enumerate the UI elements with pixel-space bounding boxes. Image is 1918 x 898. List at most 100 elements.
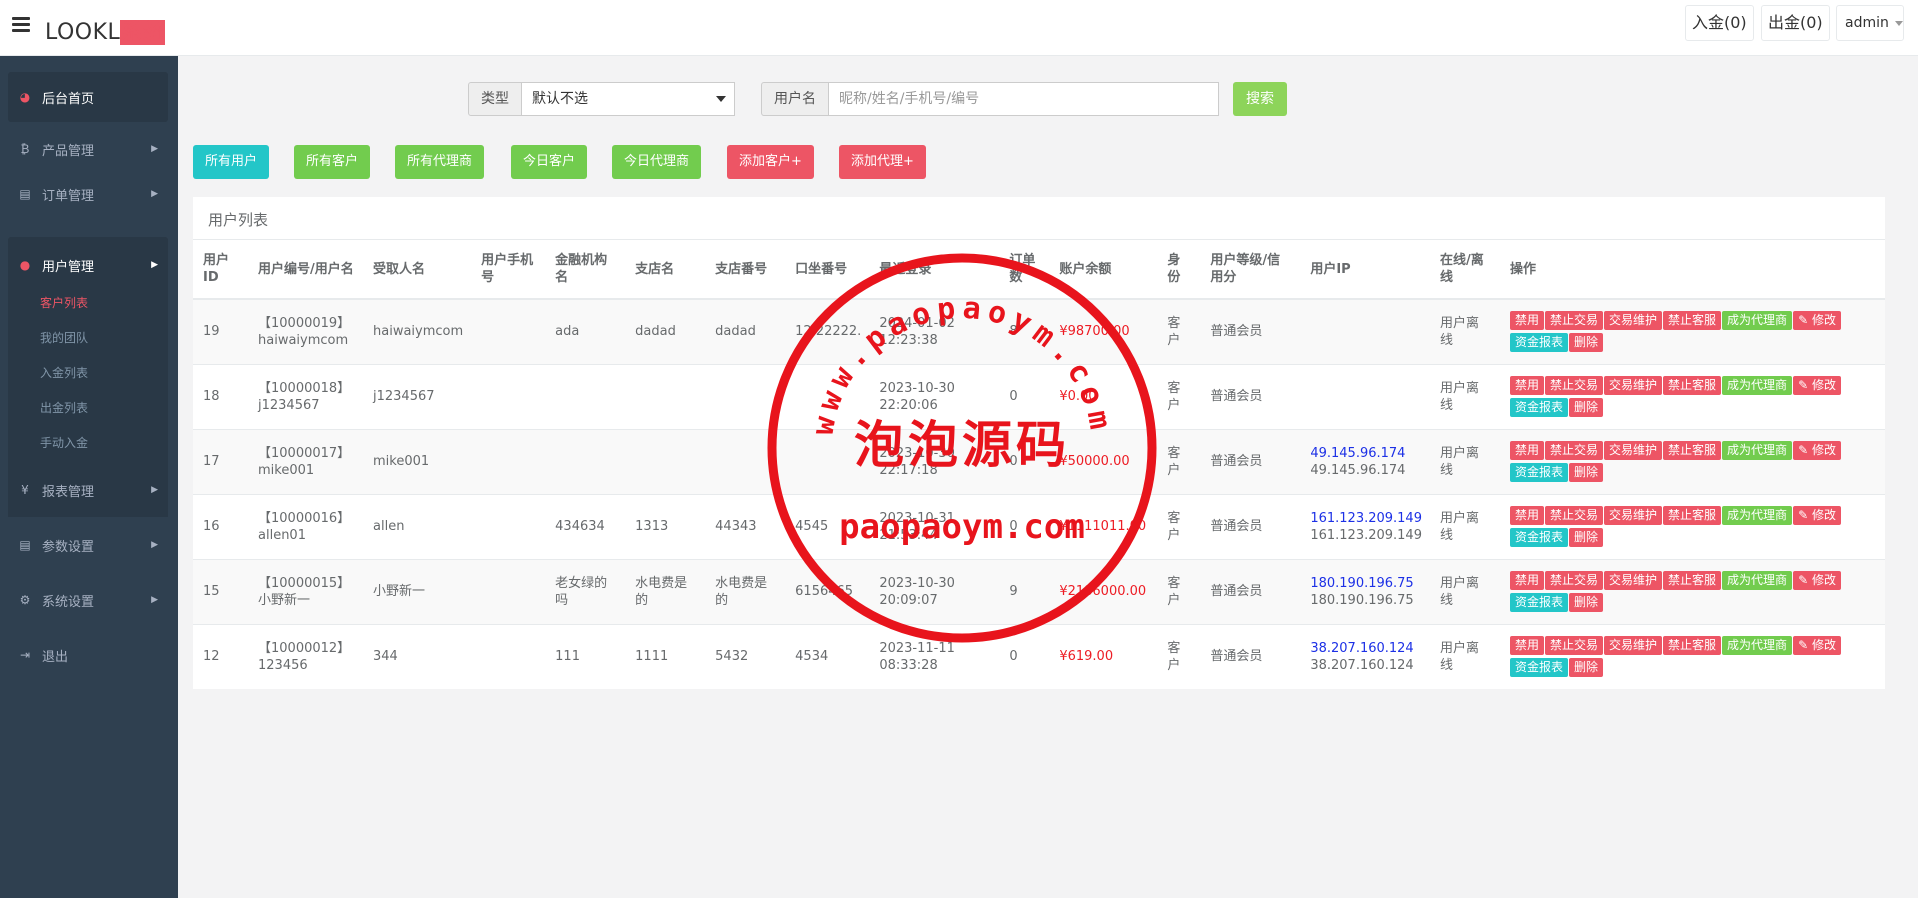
ban-trade-button[interactable]: 禁止交易 [1545,635,1604,655]
sidebar-item-orders[interactable]: ▤ 订单管理 ▶ [8,169,168,219]
order-count: 0 [1009,519,1018,534]
ban-trade-button[interactable]: 禁止交易 [1545,440,1604,460]
submenu-manual-deposit[interactable]: 手动入金 [40,434,88,451]
delete-button[interactable]: 删除 [1569,657,1604,677]
disable-button[interactable]: 禁用 [1509,440,1544,460]
ban-service-button[interactable]: 禁止客服 [1663,635,1722,655]
trade-maintenance-button[interactable]: 交易维护 [1604,570,1663,590]
ban-trade-button[interactable]: 禁止交易 [1545,375,1604,395]
row-actions: 禁用 禁止交易 交易维护 禁止客服 成为代理商 ✎ 修改资金报表 删除 [1509,375,1877,419]
today-agents-button[interactable]: 今日代理商 [612,145,702,179]
submenu-customer-list[interactable]: 客户列表 [40,294,88,311]
ban-trade-button[interactable]: 禁止交易 [1545,570,1604,590]
make-agent-button[interactable]: 成为代理商 [1722,440,1793,460]
edit-button[interactable]: ✎ 修改 [1793,375,1841,395]
fund-report-button[interactable]: 资金报表 [1509,592,1568,612]
user-level: 普通会员 [1210,389,1263,404]
branch-number: 水电费是的 [715,575,768,608]
admin-dropdown[interactable]: admin [1836,5,1904,41]
fund-report-button[interactable]: 资金报表 [1509,657,1568,677]
table-cell [471,558,546,624]
user-level: 普通会员 [1210,324,1263,340]
disable-button[interactable]: 禁用 [1509,375,1544,395]
ban-trade-button[interactable]: 禁止交易 [1545,310,1604,330]
ban-service-button[interactable]: 禁止客服 [1663,375,1722,395]
disable-button[interactable]: 禁用 [1509,505,1544,525]
trade-maintenance-button[interactable]: 交易维护 [1604,310,1663,330]
action-label: 交易维护 [1609,377,1658,392]
balance: ¥1111011.00 [1059,519,1147,534]
bank-name: 老女绿的吗 [555,575,608,608]
delete-button[interactable]: 删除 [1569,332,1604,352]
submenu-withdraw-list[interactable]: 出金列表 [40,399,88,416]
add-customer-button[interactable]: 添加客户+ [727,145,814,179]
make-agent-button[interactable]: 成为代理商 [1722,570,1793,590]
delete-button[interactable]: 删除 [1569,462,1604,482]
user-table: 用户ID 用户编号/用户名 受取人名 用户手机号 金融机构名 支店名 支店番号 … [193,240,1885,689]
sidebar-item-system[interactable]: ⚙ 系统设置 ▶ [8,575,168,625]
table-cell: ¥619.00 [1049,623,1158,689]
action-label: 禁止客服 [1668,637,1717,652]
fund-report-button[interactable]: 资金报表 [1509,397,1568,417]
make-agent-button[interactable]: 成为代理商 [1722,310,1793,330]
make-agent-button[interactable]: 成为代理商 [1722,635,1793,655]
fund-report-button[interactable]: 资金报表 [1509,462,1568,482]
submenu-my-team[interactable]: 我的团队 [40,329,88,346]
edit-button[interactable]: ✎ 修改 [1793,505,1841,525]
delete-button[interactable]: 删除 [1569,397,1604,417]
sidebar-item-home[interactable]: ◕ 后台首页 [8,72,168,122]
ip-address-secondary: 161.123.209.149 [1310,527,1422,543]
make-agent-button[interactable]: 成为代理商 [1722,505,1793,525]
search-input[interactable] [829,82,1219,116]
table-cell [1300,298,1430,364]
table-cell: 1111 [625,623,706,689]
fund-report-button[interactable]: 资金报表 [1509,332,1568,352]
all-agents-button[interactable]: 所有代理商 [395,145,485,179]
edit-button[interactable]: ✎ 修改 [1793,440,1841,460]
ban-service-button[interactable]: 禁止客服 [1663,505,1722,525]
table-cell: 2023-11-11 08:33:28 [869,623,1000,689]
sidebar-item-reports[interactable]: ¥ 报表管理 ▶ [8,465,168,515]
withdraw-button[interactable]: 出金(0) [1761,5,1830,41]
ban-service-button[interactable]: 禁止客服 [1663,570,1722,590]
sidebar-item-params[interactable]: ▤ 参数设置 ▶ [8,520,168,570]
trade-maintenance-button[interactable]: 交易维护 [1604,635,1663,655]
ban-service-button[interactable]: 禁止客服 [1663,440,1722,460]
sidebar-item-products[interactable]: ₿ 产品管理 ▶ [8,124,168,174]
fund-report-button[interactable]: 资金报表 [1509,527,1568,547]
disable-button[interactable]: 禁用 [1509,310,1544,330]
brand-text: LOOKL [45,20,121,45]
ban-trade-button[interactable]: 禁止交易 [1545,505,1604,525]
ban-service-button[interactable]: 禁止客服 [1663,310,1722,330]
order-count: 0 [1009,649,1018,665]
trade-maintenance-button[interactable]: 交易维护 [1604,440,1663,460]
table-cell [785,363,870,429]
trade-maintenance-button[interactable]: 交易维护 [1604,505,1663,525]
submenu-deposit-list[interactable]: 入金列表 [40,364,88,381]
add-agent-button[interactable]: 添加代理+ [839,145,926,179]
trade-maintenance-button[interactable]: 交易维护 [1604,375,1663,395]
type-select[interactable]: 默认不选 [522,82,735,116]
disable-button[interactable]: 禁用 [1509,570,1544,590]
menu-toggle-icon[interactable] [12,17,30,33]
search-button[interactable]: 搜索 [1233,82,1287,116]
edit-button[interactable]: ✎ 修改 [1793,635,1841,655]
delete-button[interactable]: 删除 [1569,527,1604,547]
branch-number: dadad [715,324,756,340]
edit-button[interactable]: ✎ 修改 [1793,570,1841,590]
login-time: 12:23:38 [879,332,938,348]
table-cell: ¥0.00 [1049,363,1158,429]
disable-button[interactable]: 禁用 [1509,635,1544,655]
all-users-button[interactable]: 所有用户 [193,145,270,179]
table-cell: 客户 [1157,623,1201,689]
make-agent-button[interactable]: 成为代理商 [1722,375,1793,395]
delete-button[interactable]: 删除 [1569,592,1604,612]
order-count: 0 [1009,389,1018,404]
edit-button[interactable]: ✎ 修改 [1793,310,1841,330]
deposit-button[interactable]: 入金(0) [1685,5,1754,41]
sidebar-item-logout[interactable]: ⇥ 退出 [8,630,168,680]
chevron-right-icon: ▶ [151,144,158,154]
today-customers-button[interactable]: 今日客户 [511,145,588,179]
table-cell: allen [363,493,472,559]
all-customers-button[interactable]: 所有客户 [294,145,371,179]
